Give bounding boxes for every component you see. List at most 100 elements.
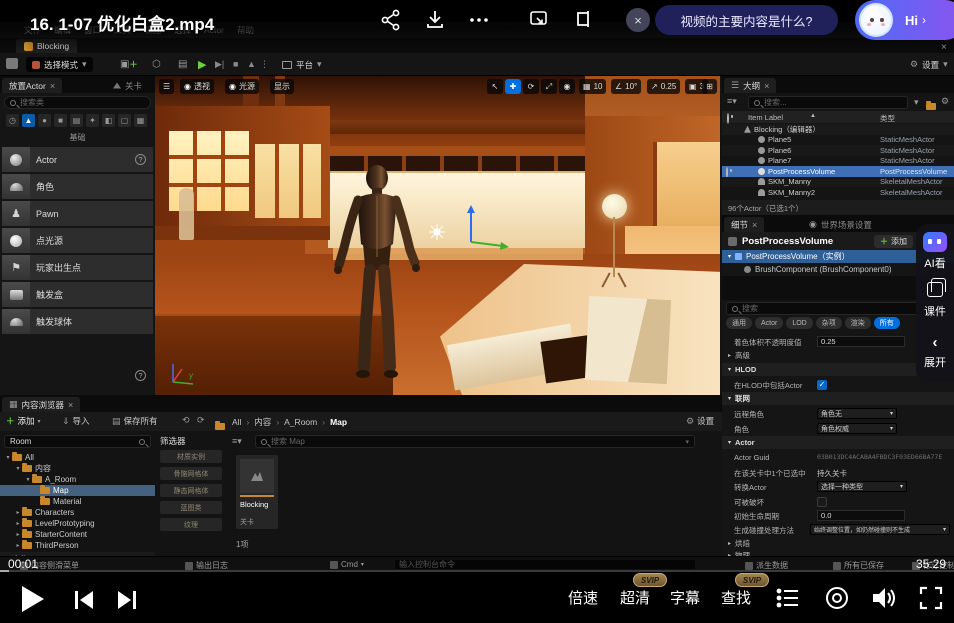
close-icon[interactable]: × xyxy=(752,220,757,230)
ai-assistant-button[interactable]: AI看 xyxy=(916,232,954,271)
forward-icon[interactable]: ⟳ xyxy=(197,415,205,426)
filter-rendering[interactable]: 渲染 xyxy=(845,317,871,329)
place-item-actor[interactable]: Actor ? xyxy=(2,147,153,172)
rotation-snap-control[interactable]: ∠10° xyxy=(611,79,641,94)
outliner-row[interactable]: Plane6 StaticMeshActor xyxy=(722,145,954,156)
courseware-button[interactable]: 课件 xyxy=(916,282,954,319)
place-search-input[interactable]: 搜索类 xyxy=(4,96,151,109)
filter-icon[interactable]: ≡▾ xyxy=(727,96,737,107)
rotate-tool-icon[interactable]: ⟳ xyxy=(523,79,539,94)
place-item-trigger-box[interactable]: 触发盒 ? xyxy=(2,282,153,307)
cinematics-icon[interactable]: ▤ xyxy=(178,59,187,70)
lights-category-icon[interactable]: ● xyxy=(38,114,51,127)
transform-gizmo[interactable] xyxy=(423,200,513,262)
tree-item-all[interactable]: ▾All xyxy=(0,452,155,463)
property-select[interactable]: 选择一种类型▾ xyxy=(817,481,907,492)
cb-settings-button[interactable]: ⚙设置 xyxy=(686,415,714,427)
tree-item-material[interactable]: Material xyxy=(0,496,155,507)
chevron-down-icon[interactable]: ▾ xyxy=(728,253,731,260)
crumb-map[interactable]: Map xyxy=(330,417,347,427)
console-input[interactable]: 输入控制台命令 xyxy=(395,560,695,569)
filter-misc[interactable]: 杂项 xyxy=(816,317,842,329)
property-input[interactable]: 0.25 xyxy=(817,336,905,347)
gear-icon[interactable]: ⚙ xyxy=(941,96,949,107)
help-icon[interactable]: ? xyxy=(135,154,146,165)
previous-button[interactable] xyxy=(72,589,96,611)
move-tool-icon[interactable]: ✚ xyxy=(505,79,521,94)
property-select[interactable]: 始终调整位置，如仍然碰撞则不生成▾ xyxy=(810,524,950,535)
blueprints-icon[interactable]: ⬡ xyxy=(152,59,161,70)
filter-all[interactable]: 所有 xyxy=(874,317,900,329)
column-item-label[interactable]: Item Label xyxy=(748,113,783,122)
filter-general[interactable]: 通用 xyxy=(726,317,752,329)
place-item-character[interactable]: 角色 ? xyxy=(2,174,153,199)
filter-chip-texture[interactable]: 纹理 xyxy=(160,518,222,531)
add-component-button[interactable]: ＋添加 xyxy=(874,235,913,248)
filter-actor[interactable]: Actor xyxy=(755,317,783,329)
filter-lod[interactable]: LOD xyxy=(786,317,812,329)
eject-button[interactable]: ▲ xyxy=(247,59,256,69)
outliner-row[interactable]: Plane7 StaticMeshActor xyxy=(722,156,954,167)
tree-item-levelprototyping[interactable]: ▸LevelPrototyping xyxy=(0,518,155,529)
maximize-viewport-icon[interactable]: ⊞ xyxy=(702,79,717,94)
cmd-dropdown[interactable]: Cmd▾ xyxy=(330,560,364,569)
grid-snap-control[interactable]: ▦10 xyxy=(579,79,606,94)
tree-search-input[interactable]: Room xyxy=(4,435,151,448)
outliner-search-input[interactable]: 搜索... xyxy=(748,96,908,109)
tree-item-startercontent[interactable]: ▸StarterContent xyxy=(0,529,155,540)
share-icon[interactable] xyxy=(380,8,402,32)
outliner-row[interactable]: SKM_Manny2 SkeletalMeshActor xyxy=(722,187,954,198)
tab-world-settings[interactable]: ◉ 世界场景设置 xyxy=(802,217,879,232)
viewport-menu-icon[interactable]: ☰ xyxy=(159,79,174,94)
geometry-category-icon[interactable]: ◧ xyxy=(102,114,115,127)
section-actor[interactable]: ▾Actor xyxy=(722,436,954,449)
add-button[interactable]: ＋添加▾ xyxy=(6,415,41,427)
crumb-content[interactable]: 内容 xyxy=(254,416,271,428)
section-network[interactable]: ▾联网 xyxy=(722,392,954,405)
asset-card-blocking[interactable]: Blocking 关卡 xyxy=(236,455,278,529)
tab-content-browser[interactable]: ▦ 内容浏览器 × xyxy=(2,397,80,412)
save-icon[interactable] xyxy=(6,58,18,69)
asset-search-input[interactable]: 搜索 Map ▾ xyxy=(255,435,695,448)
volume-icon[interactable] xyxy=(870,585,898,611)
seek-bar[interactable] xyxy=(0,570,954,572)
outliner-row[interactable]: Plane5 StaticMeshActor xyxy=(722,135,954,146)
back-icon[interactable]: ⟲ xyxy=(182,415,190,426)
subtitles-button[interactable]: 字幕 xyxy=(670,587,700,608)
add-actor-icon[interactable]: ▣＋ xyxy=(120,59,137,70)
outliner-row-selected[interactable]: PostProcessVolume PostProcessVolume xyxy=(722,166,954,177)
fullscreen-icon[interactable] xyxy=(918,585,944,611)
filter-chip-skeletal-mesh[interactable]: 骨骼网格体 xyxy=(160,467,222,480)
filter-chip-material-instance[interactable]: 材质实例 xyxy=(160,450,222,463)
help-icon[interactable]: ? xyxy=(135,370,146,381)
property-select[interactable]: 角色无▾ xyxy=(817,408,897,419)
find-button[interactable]: 查找 xyxy=(721,587,751,608)
close-assistant-icon[interactable]: × xyxy=(626,8,650,32)
close-icon[interactable]: × xyxy=(764,81,769,91)
theater-mode-icon[interactable] xyxy=(572,8,596,32)
tree-item-content[interactable]: ▾内容 xyxy=(0,463,155,474)
property-input[interactable]: 0.0 xyxy=(817,510,905,521)
tab-outliner[interactable]: ☰ 大纲 × xyxy=(724,78,776,93)
pip-icon[interactable] xyxy=(528,8,552,32)
tree-item-a-room[interactable]: ▾A_Room xyxy=(0,474,155,485)
outliner-row-world[interactable]: Blocking（编辑器） xyxy=(722,124,954,135)
record-icon[interactable] xyxy=(824,585,850,611)
platform-dropdown[interactable]: 平台 ▾ xyxy=(276,57,328,72)
play-options-icon[interactable]: ⋮ xyxy=(260,59,269,70)
show-dropdown[interactable]: 显示 xyxy=(270,79,294,94)
basic-category-icon[interactable]: ▲ xyxy=(22,114,35,127)
mode-dropdown[interactable]: 选择模式 ▾ xyxy=(26,57,93,72)
tab-details[interactable]: 细节 × xyxy=(724,217,764,232)
next-button[interactable] xyxy=(115,589,139,611)
import-button[interactable]: ⇓导入 xyxy=(62,415,90,427)
checkbox-unchecked[interactable] xyxy=(817,497,827,507)
select-tool-icon[interactable]: ↖ xyxy=(487,79,503,94)
chevron-down-icon[interactable]: ▾ xyxy=(914,97,919,108)
save-all-button[interactable]: ▤保存所有 xyxy=(112,415,158,427)
tree-item-thirdperson[interactable]: ▸ThirdPerson xyxy=(0,540,155,551)
quality-button[interactable]: 超清 xyxy=(620,587,650,608)
outliner-row[interactable]: SKM_Manny SkeletalMeshActor xyxy=(722,177,954,188)
cinematic-category-icon[interactable]: ▤ xyxy=(70,114,83,127)
close-icon[interactable]: × xyxy=(50,81,55,91)
